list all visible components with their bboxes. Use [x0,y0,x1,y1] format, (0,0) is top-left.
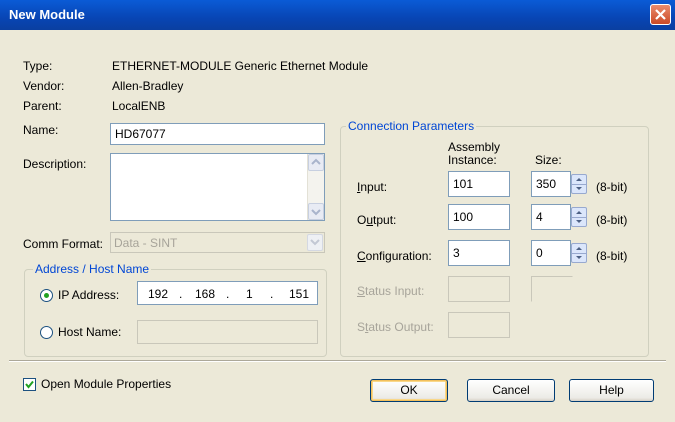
checkmark-icon [25,380,34,389]
scroll-down-icon [311,209,321,216]
configuration-size-unit: (8-bit) [596,249,628,263]
description-label: Description: [23,157,87,171]
title-bar[interactable]: New Module [0,0,675,30]
description-scrollbar[interactable] [307,154,324,220]
size-header: Size: [535,153,562,167]
output-instance-field[interactable]: 100 [448,204,510,230]
input-instance-field[interactable]: 101 [448,171,510,197]
ip-octet-3[interactable]: 1 [246,287,253,301]
comm-format-select[interactable]: Data - SINT [110,232,325,253]
ip-address-radio[interactable] [40,289,53,302]
status-input-size-field[interactable] [531,276,573,302]
status-input-label: Status Input: [357,284,425,298]
close-icon [655,9,666,20]
connection-parameters-label: Connection Parameters [346,119,477,133]
host-name-radio[interactable] [40,326,53,339]
spin-up-icon [576,247,582,250]
configuration-size-field[interactable]: 0 [531,240,571,266]
ok-button[interactable]: OK [370,379,448,402]
type-label: Type: [23,59,53,73]
vendor-label: Vendor: [23,79,65,93]
scroll-up-icon [311,158,321,165]
comm-format-value: Data - SINT [114,236,178,250]
ip-octet-2[interactable]: 168 [195,287,215,301]
open-module-properties-label: Open Module Properties [41,377,172,391]
instance-header: Instance: [448,153,497,167]
spin-up-icon [576,178,582,181]
status-input-instance-field[interactable] [448,276,510,302]
name-input[interactable]: HD67077 [110,123,325,145]
description-textarea[interactable] [110,153,325,221]
host-name-input[interactable] [137,320,318,344]
input-size-spinner[interactable] [571,174,587,194]
spin-down-icon [576,220,582,223]
ip-address-label: IP Address: [58,288,120,302]
parent-value: LocalENB [112,99,166,113]
radio-selected-dot [44,293,49,298]
spin-up-icon [576,211,582,214]
open-module-properties-checkbox[interactable] [23,378,36,391]
dropdown-arrow-icon [310,239,320,246]
spin-down-icon [576,187,582,190]
footer-separator [9,360,666,362]
name-label: Name: [23,123,59,137]
address-group-label: Address / Host Name [33,262,152,276]
ip-octet-1[interactable]: 192 [148,287,168,301]
vendor-value: Allen-Bradley [112,79,184,93]
parent-label: Parent: [23,99,62,113]
output-size-unit: (8-bit) [596,213,628,227]
configuration-size-spinner[interactable] [571,243,587,263]
type-value: ETHERNET-MODULE Generic Ethernet Module [112,59,369,73]
comm-format-dropdown-button[interactable] [307,234,323,251]
window-title: New Module [9,7,85,22]
configuration-row-label: Configuration: [357,249,432,263]
host-name-label: Host Name: [58,325,122,339]
output-row-label: Output: [357,213,397,227]
comm-format-label: Comm Format: [23,237,104,251]
help-button[interactable]: Help [569,379,654,402]
input-size-unit: (8-bit) [596,180,628,194]
cancel-button[interactable]: Cancel [467,379,555,402]
ip-dot-2: . [226,287,230,301]
input-row-label: Input: [357,180,388,194]
output-size-spinner[interactable] [571,207,587,227]
ip-octet-4[interactable]: 151 [289,287,309,301]
scroll-down-button[interactable] [308,203,324,220]
close-button[interactable] [650,4,671,25]
output-size-field[interactable]: 4 [531,204,571,230]
scroll-up-button[interactable] [308,154,324,171]
ip-dot-1: . [179,287,183,301]
status-output-label: Status Output: [357,320,434,334]
status-output-instance-field[interactable] [448,312,510,338]
ip-dot-3: . [270,287,274,301]
configuration-instance-field[interactable]: 3 [448,240,510,266]
ip-address-field[interactable]: 192 . 168 . 1 . 151 [137,281,318,305]
assembly-header: Assembly [448,140,501,154]
input-size-field[interactable]: 350 [531,171,571,197]
spin-down-icon [576,256,582,259]
